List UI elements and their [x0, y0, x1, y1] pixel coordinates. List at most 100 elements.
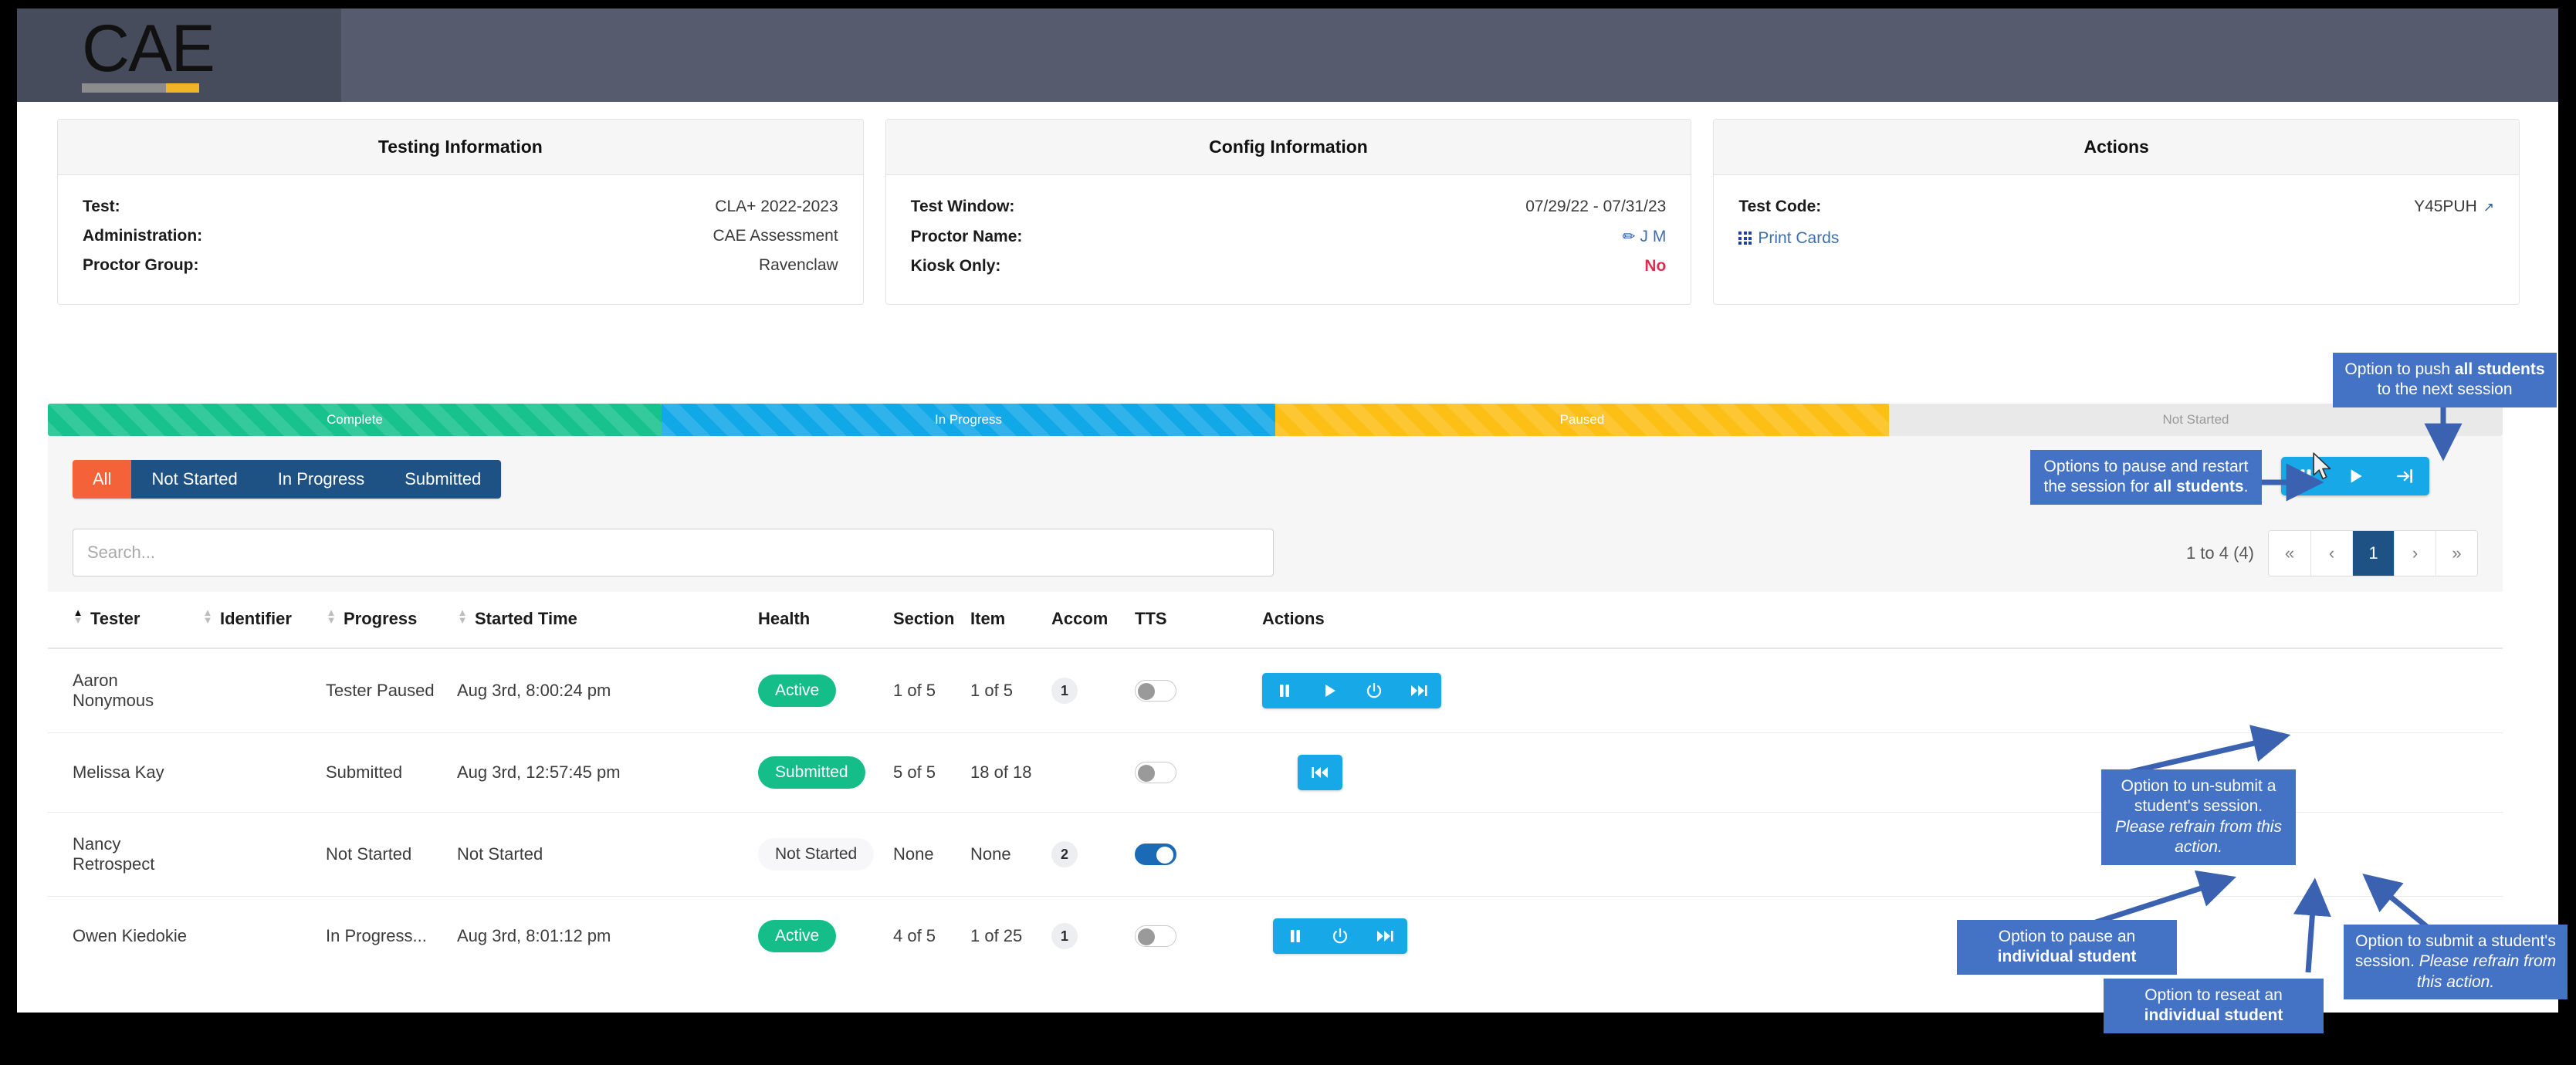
tts-toggle[interactable]: [1135, 925, 1176, 948]
col-tester[interactable]: ▲ ▼ Tester: [48, 592, 202, 649]
cell-tester: Aaron Nonymous: [48, 648, 202, 733]
expand-icon[interactable]: ↗: [2483, 200, 2494, 215]
row-action-group: [1273, 918, 1407, 954]
cell-health: Active: [758, 897, 893, 976]
col-identifier[interactable]: ▲ ▼ Identifier: [202, 592, 326, 649]
field-kiosk-only: Kiosk Only: No: [911, 252, 1667, 281]
row-action-group: [1262, 673, 1441, 708]
cell-tts: [1135, 732, 1262, 813]
row-submit-button[interactable]: [1362, 918, 1407, 954]
filter-button-group: All Not Started In Progress Submitted: [73, 460, 502, 499]
cell-accom: 1: [1051, 648, 1135, 733]
info-cards: Testing Information Test: CLA+ 2022-2023…: [57, 119, 2520, 305]
col-label: Section: [893, 609, 955, 628]
row-reseat-button[interactable]: [1318, 918, 1362, 954]
status-badge: Not Started: [758, 838, 875, 871]
field-label: Test Window:: [910, 198, 1015, 215]
cell-started-time: Aug 3rd, 8:00:24 pm: [457, 648, 758, 733]
search-input[interactable]: [73, 529, 1274, 576]
progress-segment-not-started: Not Started: [1889, 404, 2503, 436]
status-badge: Active: [758, 674, 837, 707]
edit-icon[interactable]: ✏: [1623, 228, 1636, 245]
card-actions: Actions Test Code: Y45PUH ↗ Print Cards: [1713, 119, 2520, 305]
tts-toggle[interactable]: [1135, 762, 1176, 784]
cell-progress: Tester Paused: [326, 648, 457, 733]
play-icon: [1325, 685, 1335, 697]
col-started-time[interactable]: ▲ ▼ Started Time: [457, 592, 758, 649]
tts-toggle[interactable]: [1135, 844, 1176, 866]
push-all-next-session-button[interactable]: [2380, 457, 2429, 495]
cell-started-time: Not Started: [457, 812, 758, 897]
row-submit-button[interactable]: [1396, 673, 1441, 708]
field-value: Ravenclaw: [758, 256, 838, 274]
col-label: Started Time: [475, 609, 577, 628]
logo-panel: CAE: [17, 8, 341, 102]
cell-section: 1 of 5: [893, 648, 970, 733]
row-pause-button[interactable]: [1262, 673, 1307, 708]
col-label: Health: [758, 609, 811, 628]
app-screen: CAE Testing Information Test: CLA+ 2022-…: [0, 0, 2576, 1065]
col-tts: TTS: [1135, 592, 1262, 649]
accom-badge: 1: [1051, 678, 1078, 704]
cae-logo[interactable]: CAE: [82, 12, 215, 93]
field-label: Proctor Name:: [910, 228, 1023, 245]
page-1-button[interactable]: 1: [2352, 531, 2394, 576]
cell-accom: [1051, 732, 1135, 813]
col-label: Progress: [344, 609, 418, 628]
restart-all-button[interactable]: [2331, 457, 2380, 495]
card-testing-information: Testing Information Test: CLA+ 2022-2023…: [57, 119, 864, 305]
fast-forward-icon: [1411, 685, 1427, 696]
push-next-icon: [2397, 469, 2412, 483]
logo-text: CAE: [82, 12, 215, 86]
row-play-button[interactable]: [1307, 673, 1352, 708]
table-head: ▲ ▼ Tester ▲ ▼ Identifier ▲ ▼ Progress ▲ ▼ Start…: [48, 592, 2503, 649]
sort-icon: ▲ ▼: [457, 607, 468, 626]
rewind-icon: [1312, 767, 1328, 778]
filter-all[interactable]: All: [73, 460, 132, 499]
page-first-button[interactable]: «: [2269, 531, 2310, 576]
col-progress[interactable]: ▲ ▼ Progress: [326, 592, 457, 649]
col-label: Actions: [1262, 609, 1325, 628]
status-badge: Submitted: [758, 756, 865, 789]
progress-segment-complete: Complete: [48, 404, 662, 436]
logo-underline: [82, 83, 199, 93]
row-pause-button[interactable]: [1273, 918, 1318, 954]
cell-section: 5 of 5: [893, 732, 970, 813]
pagination-buttons: « ‹ 1 › »: [2268, 530, 2478, 576]
cell-tester: Owen Kiedokie: [73, 926, 187, 945]
page-next-button[interactable]: ›: [2394, 531, 2436, 576]
tts-toggle[interactable]: [1135, 680, 1176, 702]
cell-accom: 2: [1051, 812, 1135, 897]
tooltip-pause-restart-all: Options to pause and restart the session…: [2030, 450, 2262, 505]
filter-submitted[interactable]: Submitted: [384, 460, 502, 499]
cell-identifier: [202, 732, 326, 813]
cell-identifier: [202, 897, 326, 976]
play-icon: [2351, 469, 2362, 483]
field-proctor-group: Proctor Group: Ravenclaw: [83, 251, 838, 280]
field-label: Kiosk Only:: [910, 257, 1001, 275]
filter-not-started[interactable]: Not Started: [131, 460, 258, 499]
page-prev-button[interactable]: ‹: [2310, 531, 2352, 576]
cell-accom: 1: [1051, 897, 1135, 976]
field-test-code: Test Code: Y45PUH ↗: [1738, 192, 2494, 221]
card-title: Config Information: [885, 120, 1691, 175]
field-proctor-name: Proctor Name: ✏ J M: [911, 221, 1667, 252]
print-cards-link[interactable]: Print Cards: [1738, 229, 1839, 247]
tooltip-text: Option to reseat an individual student: [2144, 986, 2283, 1025]
page-last-button[interactable]: »: [2436, 531, 2477, 576]
segment-label: In Progress: [935, 412, 1002, 427]
row-reseat-button[interactable]: [1352, 673, 1396, 708]
row-unsubmit-button[interactable]: [1298, 755, 1342, 790]
filter-in-progress[interactable]: In Progress: [257, 460, 385, 499]
col-section: Section: [893, 592, 970, 649]
tooltip-text: Option to push all students to the next …: [2344, 360, 2545, 399]
field-administration: Administration: CAE Assessment: [83, 221, 838, 251]
cell-started-time: Aug 3rd, 12:57:45 pm: [457, 732, 758, 813]
cell-item: 1 of 5: [970, 648, 1051, 733]
accom-badge: 1: [1051, 923, 1078, 949]
cell-health: Submitted: [758, 732, 893, 813]
grid-icon: [1738, 232, 1752, 245]
tooltip-reseat-individual: Option to reseat an individual student: [2104, 979, 2324, 1033]
pagination: 1 to 4 (4) « ‹ 1 › »: [2186, 530, 2478, 576]
cell-identifier: [202, 812, 326, 897]
